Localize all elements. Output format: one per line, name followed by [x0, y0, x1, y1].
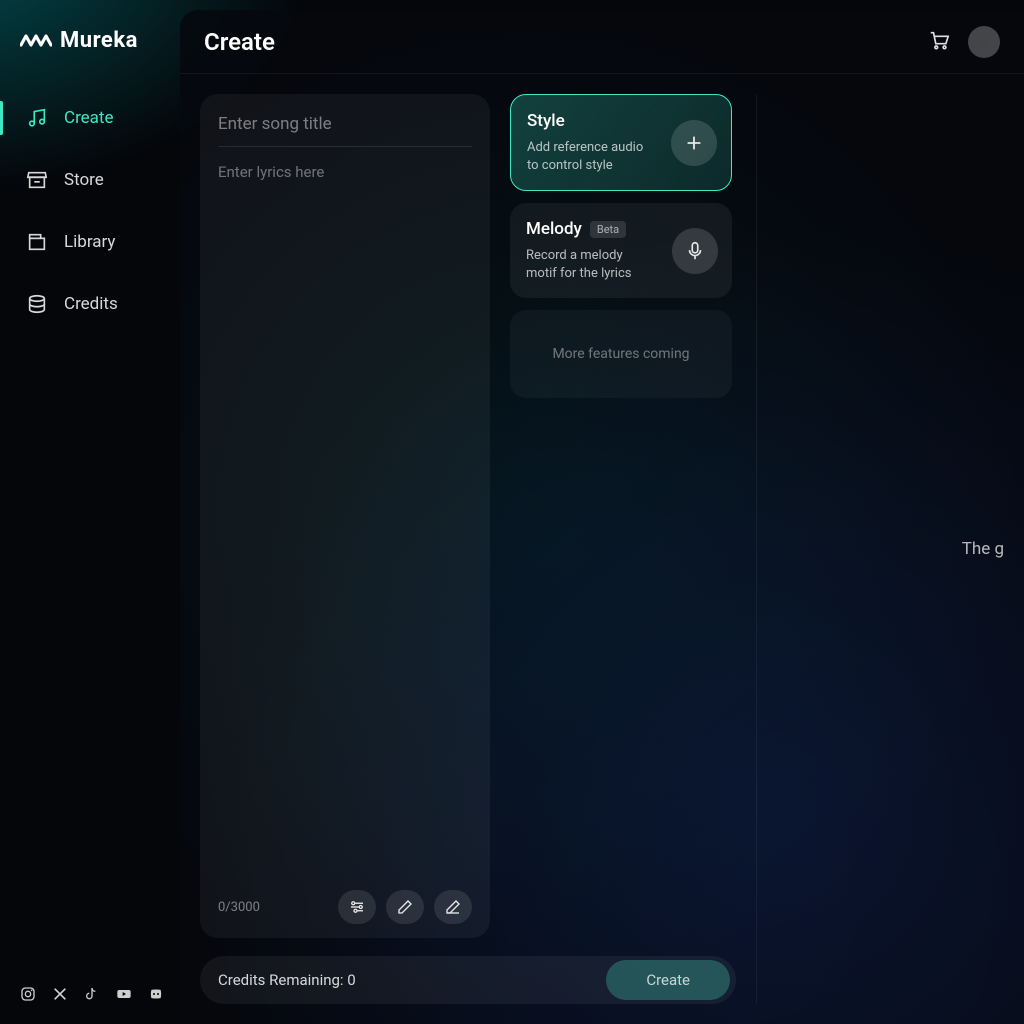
plus-icon	[683, 132, 705, 154]
bottom-bar: Credits Remaining: 0 Create	[200, 956, 736, 1004]
lyrics-panel: 0/3000	[200, 94, 490, 938]
create-button-label: Create	[646, 971, 690, 989]
char-count: 0/3000	[218, 900, 260, 915]
instagram-icon[interactable]	[20, 986, 36, 1002]
microphone-icon	[684, 240, 706, 262]
song-title-input[interactable]	[218, 112, 472, 147]
sliders-icon	[348, 898, 366, 916]
library-icon	[26, 231, 48, 253]
avatar-button[interactable]	[968, 26, 1000, 58]
topbar: Create	[180, 10, 1024, 74]
tool-button-3[interactable]	[434, 890, 472, 924]
melody-card[interactable]: Melody Beta Record a melody motif for th…	[510, 203, 732, 298]
sidebar-item-label: Library	[64, 232, 115, 252]
credits-icon	[26, 293, 48, 315]
x-icon[interactable]	[52, 986, 68, 1002]
tool-button-2[interactable]	[386, 890, 424, 924]
lyrics-textarea[interactable]	[218, 161, 472, 880]
sidebar-item-label: Store	[64, 170, 104, 190]
brand-name: Mureka	[60, 28, 138, 53]
tool-button-1[interactable]	[338, 890, 376, 924]
cart-icon	[928, 29, 950, 51]
preview-panel: The g	[756, 94, 1004, 1004]
credits-remaining: Credits Remaining: 0	[218, 971, 356, 989]
create-button[interactable]: Create	[606, 960, 730, 1000]
social-links	[20, 986, 164, 1002]
melody-card-desc: Record a melody motif for the lyrics	[526, 247, 656, 282]
preview-text: The g	[902, 539, 1004, 559]
beta-badge: Beta	[590, 221, 626, 238]
more-features-card: More features coming	[510, 310, 732, 398]
style-add-button[interactable]	[671, 120, 717, 166]
brand-mark-icon	[20, 32, 52, 50]
main-panel: Create 0/3000	[180, 10, 1024, 1024]
sidebar-nav: Create Store Library Credits	[0, 81, 180, 321]
youtube-icon[interactable]	[116, 986, 132, 1002]
sidebar-item-library[interactable]: Library	[0, 225, 180, 259]
sidebar-item-label: Create	[64, 108, 114, 128]
melody-card-title: Melody	[526, 219, 582, 239]
sidebar-item-label: Credits	[64, 294, 118, 314]
sidebar: Mureka Create Store Library Credits	[0, 0, 180, 1024]
brand-logo[interactable]: Mureka	[0, 20, 180, 81]
melody-record-button[interactable]	[672, 228, 718, 274]
cart-button[interactable]	[928, 29, 950, 55]
discord-icon[interactable]	[148, 986, 164, 1002]
pencil-icon	[396, 898, 414, 916]
sidebar-item-create[interactable]: Create	[0, 101, 180, 135]
style-card[interactable]: Style Add reference audio to control sty…	[510, 94, 732, 191]
more-features-text: More features coming	[552, 346, 689, 362]
tiktok-icon[interactable]	[84, 986, 100, 1002]
sidebar-item-credits[interactable]: Credits	[0, 287, 180, 321]
style-card-desc: Add reference audio to control style	[527, 139, 657, 174]
music-note-icon	[26, 107, 48, 129]
sidebar-item-store[interactable]: Store	[0, 163, 180, 197]
store-icon	[26, 169, 48, 191]
page-title: Create	[204, 28, 275, 56]
pencil-line-icon	[444, 898, 462, 916]
user-icon	[975, 33, 993, 51]
